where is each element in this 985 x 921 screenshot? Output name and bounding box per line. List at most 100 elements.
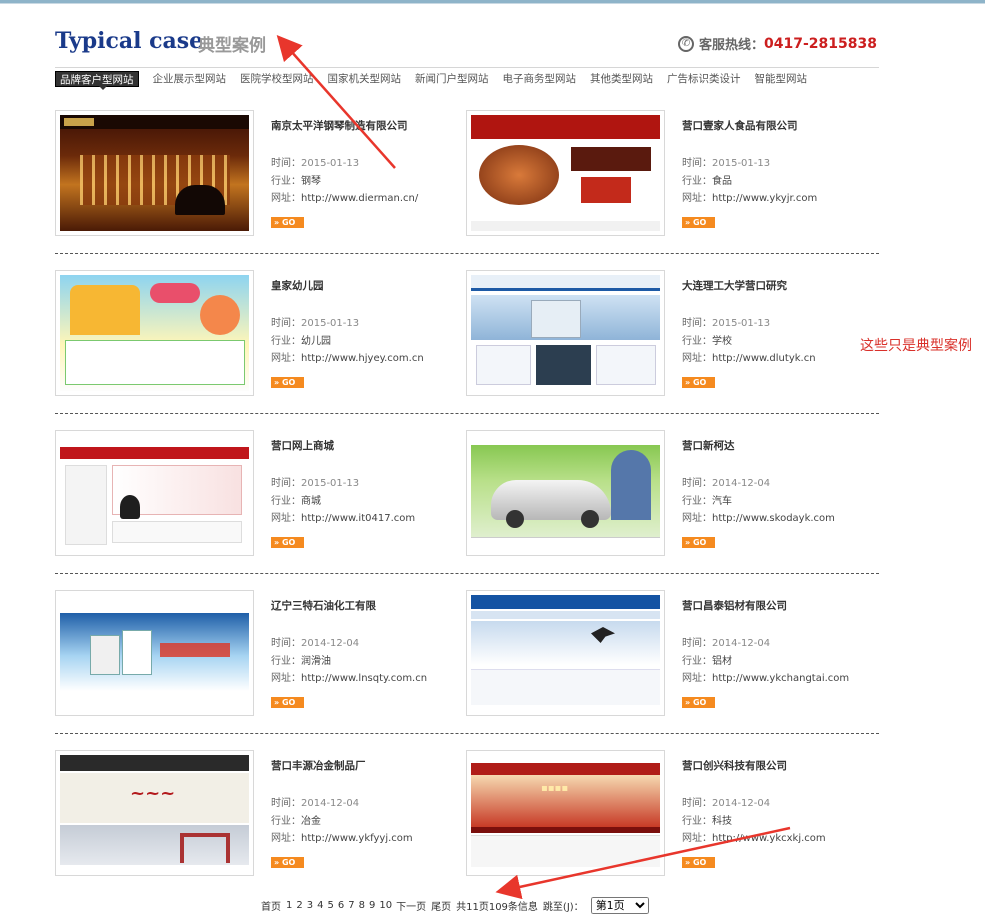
page-title-cn: 典型案例 [198, 36, 266, 56]
go-button[interactable]: » GO [682, 376, 715, 388]
case-industry-label: 行业： [271, 335, 301, 347]
case-row: 皇家幼儿园 时间：2015-01-13 行业：幼儿园 网址：http://www… [55, 270, 879, 430]
hotline: ✆ 客服热线： 0417-2815838 [678, 34, 877, 53]
category-tabs: 品牌客户型网站 企业展示型网站 医院学校型网站 国家机关型网站 新闻门户型网站 … [55, 71, 821, 87]
case-url[interactable]: http://www.ykchangtai.com [712, 673, 849, 684]
case-name[interactable]: 大连理工大学营口研究 [682, 278, 872, 293]
case-date-line: 时间：2014-12-04 [682, 475, 872, 493]
go-button[interactable]: » GO [682, 856, 715, 868]
case-url[interactable]: http://www.dierman.cn/ [301, 193, 418, 204]
case-thumbnail[interactable]: ▪▪▪▪ [466, 750, 665, 876]
case-name[interactable]: 营口丰源冶金制品厂 [271, 758, 461, 773]
case-item: 南京太平洋钢琴制造有限公司 时间：2015-01-13 行业：钢琴 网址：htt… [55, 110, 455, 238]
case-url[interactable]: http://www.skodayk.com [712, 513, 835, 524]
tab-brand-client[interactable]: 品牌客户型网站 [55, 71, 139, 87]
pager-page[interactable]: 4 [317, 900, 323, 911]
case-name[interactable]: 营口壹家人食品有限公司 [682, 118, 872, 133]
case-thumbnail[interactable] [55, 430, 254, 556]
case-row: 南京太平洋钢琴制造有限公司 时间：2015-01-13 行业：钢琴 网址：htt… [55, 110, 879, 270]
case-name[interactable]: 营口新柯达 [682, 438, 872, 453]
case-thumbnail-image [60, 115, 249, 231]
case-thumbnail[interactable] [55, 110, 254, 236]
pager-last[interactable]: 尾页 [431, 898, 451, 913]
pager-page[interactable]: 10 [379, 900, 392, 911]
case-industry-label: 行业： [271, 495, 301, 507]
go-button[interactable]: » GO [682, 216, 715, 228]
case-industry-line: 行业：商城 [271, 493, 461, 511]
tab-hospital-school[interactable]: 医院学校型网站 [240, 71, 314, 87]
case-url[interactable]: http://www.it0417.com [301, 513, 415, 524]
pager-next[interactable]: 下一页 [396, 898, 426, 913]
pager-page[interactable]: 5 [328, 900, 334, 911]
case-date-line: 时间：2014-12-04 [271, 795, 461, 813]
case-name[interactable]: 营口昌泰铝材有限公司 [682, 598, 872, 613]
case-list: 南京太平洋钢琴制造有限公司 时间：2015-01-13 行业：钢琴 网址：htt… [55, 110, 879, 910]
tab-news-portal[interactable]: 新闻门户型网站 [415, 71, 489, 87]
pager-summary: 共11页109条信息 [456, 902, 538, 913]
go-button[interactable]: » GO [682, 696, 715, 708]
go-button[interactable]: » GO [271, 376, 304, 388]
page-jump-select[interactable]: 第1页 [590, 897, 649, 914]
case-thumbnail-image [60, 435, 249, 551]
case-thumbnail[interactable] [466, 590, 665, 716]
case-url[interactable]: http://www.lnsqty.com.cn [301, 673, 427, 684]
pager-page[interactable]: 6 [338, 900, 344, 911]
case-name[interactable]: 营口网上商城 [271, 438, 461, 453]
go-button[interactable]: » GO [271, 536, 304, 548]
case-url[interactable]: http://www.dlutyk.cn [712, 353, 816, 364]
case-industry-label: 行业： [682, 655, 712, 667]
tab-ad-design[interactable]: 广告标识类设计 [667, 71, 741, 87]
case-name[interactable]: 营口创兴科技有限公司 [682, 758, 872, 773]
case-industry: 商城 [301, 495, 321, 507]
case-date-label: 时间： [682, 798, 712, 809]
case-industry-line: 行业：润滑油 [271, 653, 461, 671]
pager-page[interactable]: 9 [369, 900, 375, 911]
tab-smart[interactable]: 智能型网站 [755, 71, 808, 87]
case-date: 2015-01-13 [301, 158, 360, 169]
pager-page[interactable]: 1 [286, 900, 292, 911]
case-name[interactable]: 辽宁三特石油化工有限 [271, 598, 461, 613]
row-divider [55, 573, 879, 574]
case-name[interactable]: 皇家幼儿园 [271, 278, 461, 293]
case-date-label: 时间： [682, 318, 712, 329]
case-date: 2014-12-04 [301, 638, 360, 649]
pager-first[interactable]: 首页 [261, 898, 281, 913]
case-url-line: 网址：http://www.skodayk.com [682, 510, 872, 528]
case-date: 2015-01-13 [712, 318, 771, 329]
case-url[interactable]: http://www.ykfyyj.com [301, 833, 413, 844]
case-industry-line: 行业：钢琴 [271, 173, 461, 191]
tab-ecommerce[interactable]: 电子商务型网站 [503, 71, 577, 87]
case-date-line: 时间：2015-01-13 [271, 475, 461, 493]
case-name[interactable]: 南京太平洋钢琴制造有限公司 [271, 118, 461, 133]
tab-government[interactable]: 国家机关型网站 [328, 71, 402, 87]
case-industry-label: 行业： [682, 335, 712, 347]
pager-page[interactable]: 8 [359, 900, 365, 911]
pager-page[interactable]: 3 [307, 900, 313, 911]
case-industry: 学校 [712, 335, 732, 347]
tab-enterprise[interactable]: 企业展示型网站 [153, 71, 227, 87]
case-url[interactable]: http://www.ykyjr.com [712, 193, 817, 204]
tab-other[interactable]: 其他类型网站 [590, 71, 653, 87]
case-url-line: 网址：http://www.ykcxkj.com [682, 830, 872, 848]
case-industry: 润滑油 [301, 655, 331, 667]
case-url[interactable]: http://www.ykcxkj.com [712, 833, 826, 844]
case-thumbnail[interactable] [55, 270, 254, 396]
case-url-label: 网址： [682, 193, 712, 204]
case-url-line: 网址：http://www.it0417.com [271, 510, 461, 528]
case-thumbnail[interactable] [466, 430, 665, 556]
pager-page[interactable]: 2 [296, 900, 302, 911]
case-industry-label: 行业： [271, 815, 301, 827]
go-button[interactable]: » GO [271, 856, 304, 868]
case-industry-label: 行业： [271, 175, 301, 187]
go-button[interactable]: » GO [271, 216, 304, 228]
case-thumbnail[interactable] [466, 110, 665, 236]
case-thumbnail[interactable] [55, 590, 254, 716]
case-industry-line: 行业：幼儿园 [271, 333, 461, 351]
case-thumbnail[interactable]: ~~~ [55, 750, 254, 876]
go-button[interactable]: » GO [682, 536, 715, 548]
case-industry-label: 行业： [271, 655, 301, 667]
case-url[interactable]: http://www.hjyey.com.cn [301, 353, 424, 364]
go-button[interactable]: » GO [271, 696, 304, 708]
case-thumbnail[interactable] [466, 270, 665, 396]
pager-page[interactable]: 7 [348, 900, 354, 911]
